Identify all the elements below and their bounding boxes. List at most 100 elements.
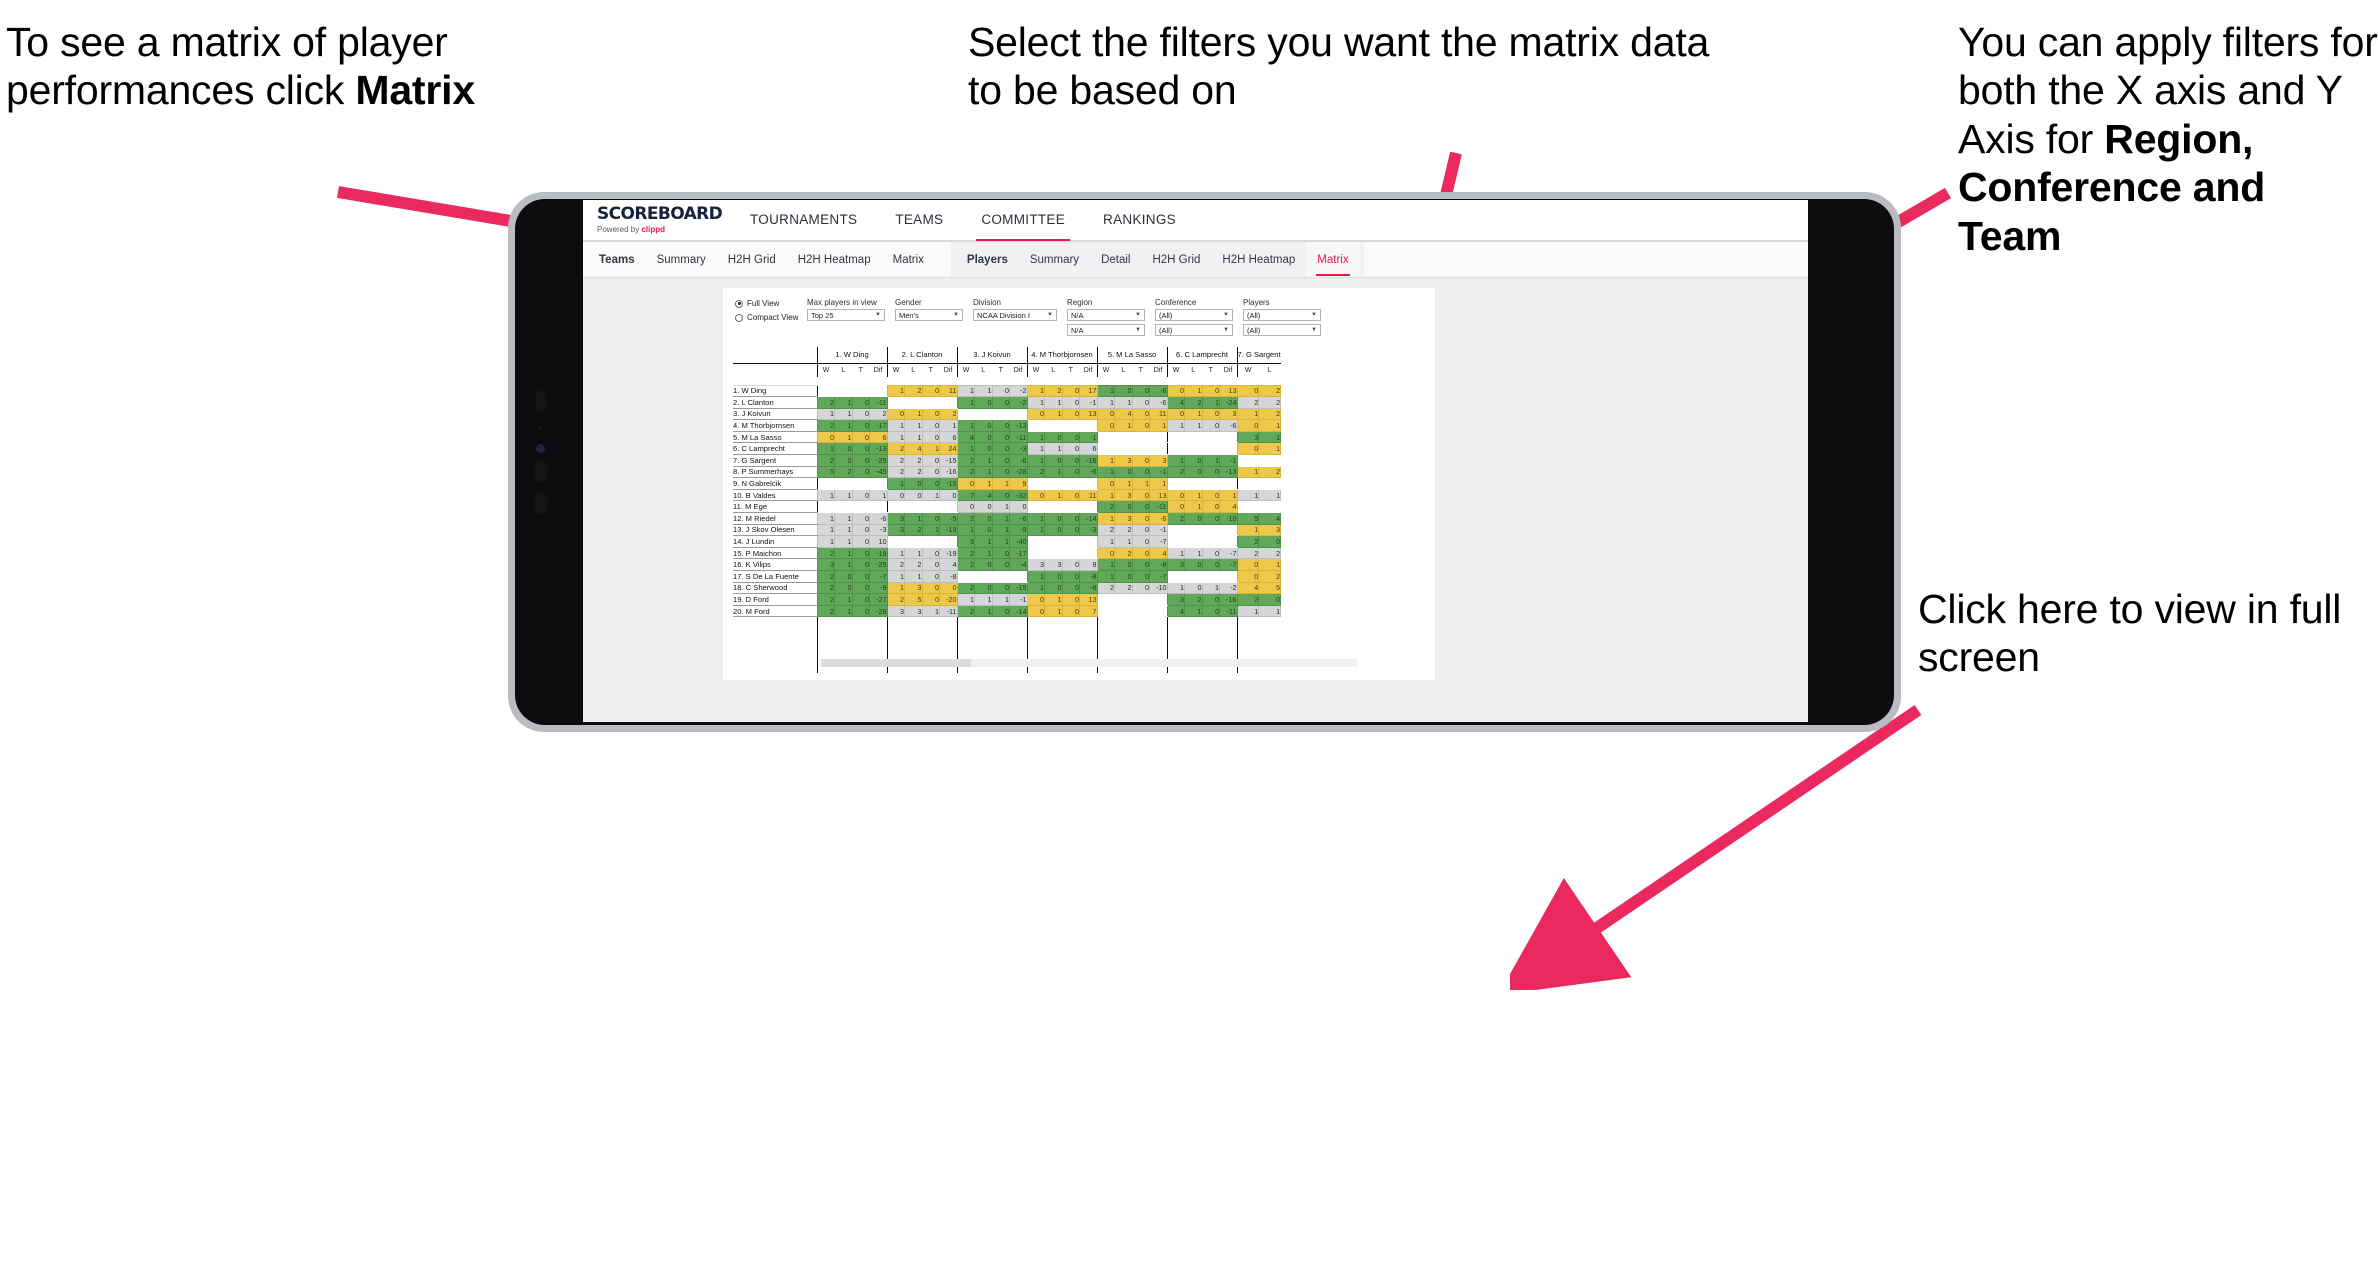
matrix-cell[interactable]: 0 [1114, 465, 1133, 479]
matrix-cell[interactable]: 0 [1201, 407, 1220, 421]
matrix-row[interactable]: 7. G Sargent 2 0 0 -25 2 2 0 -15 2 1 0 -6 1 0 0 -16 1 3 0 3 1… [733, 454, 1281, 467]
matrix-cell[interactable] [922, 535, 940, 548]
matrix-cell[interactable]: -10 [1219, 512, 1238, 525]
subnav-players-h2h-heatmap[interactable]: H2H Heatmap [1211, 242, 1306, 277]
matrix-cell[interactable]: 0 [1061, 442, 1080, 456]
matrix-cell[interactable] [1132, 442, 1150, 456]
matrix-row[interactable]: 12. M Riedel 1 1 0 -6 3 1 0 -5 2 0 1 -6 1 0 0 -14 1 3 0 -6 2 0… [733, 512, 1282, 525]
matrix-cell[interactable]: 1 [834, 558, 853, 571]
matrix-row[interactable]: 15. P Maichon 2 1 0 -19 1 1 0 -19 2 1 0 -17 0 2 0 4 1 1 0 -7… [733, 546, 1282, 560]
matrix-cell[interactable]: -17 [869, 419, 888, 432]
matrix-cell[interactable]: 1 [1258, 442, 1282, 456]
radio-full-view[interactable]: Full View [735, 299, 807, 308]
matrix-cell[interactable]: 1 [1114, 535, 1133, 548]
horizontal-scrollbar[interactable] [821, 658, 1357, 667]
filter-conference-y-select[interactable]: (All) ▼ [1155, 324, 1233, 336]
matrix-cell[interactable]: 2 [816, 396, 835, 409]
matrix-cell[interactable]: 1 [1258, 419, 1282, 432]
matrix-cell[interactable]: 0 [851, 465, 870, 479]
matrix-cell[interactable]: 13 [1149, 488, 1168, 502]
matrix-cell[interactable]: -8 [1149, 558, 1168, 571]
matrix-cell[interactable]: 11 [1079, 488, 1098, 502]
matrix-cell[interactable]: 1 [904, 419, 923, 432]
matrix-cell[interactable] [1132, 593, 1150, 606]
matrix-cell[interactable]: 0 [851, 407, 870, 421]
matrix-cell[interactable] [956, 408, 975, 421]
matrix-cell[interactable]: 4 [974, 488, 993, 502]
matrix-cell[interactable]: 0 [991, 546, 1010, 560]
matrix-cell[interactable]: 0 [1044, 581, 1063, 595]
matrix-cell[interactable]: 0 [1184, 581, 1203, 595]
matrix-cell[interactable]: 1 [1096, 454, 1115, 467]
subnav-teams-h2h-grid[interactable]: H2H Grid [717, 242, 787, 277]
matrix-cell[interactable]: 5 [816, 465, 835, 479]
matrix-cell[interactable]: 0 [1044, 454, 1063, 467]
matrix-cell[interactable]: -27 [869, 593, 888, 606]
matrix-cell[interactable]: 1 [1026, 581, 1045, 595]
matrix-cell[interactable]: 2 [1114, 546, 1133, 560]
matrix-cell[interactable]: 1 [1096, 488, 1115, 502]
matrix-cell[interactable] [869, 500, 887, 514]
matrix-row[interactable]: 18. C Sherwood 2 0 0 -9 1 3 0 0 2 0 0 -15 1 0 0 -8 2 2 0 -10… [733, 581, 1282, 595]
matrix-cell[interactable]: 2 [1166, 465, 1185, 479]
matrix-cell[interactable]: 2 [816, 593, 835, 606]
matrix-cell[interactable]: -25 [869, 558, 888, 571]
matrix-row[interactable]: 10. B Valdes 1 1 0 1 0 0 1 0 7 4 0 -32 0 1 0 11 1 3 0 13 0 1 0 1… [733, 488, 1282, 502]
matrix-cell[interactable] [1184, 442, 1202, 456]
matrix-cell[interactable]: 2 [1236, 535, 1260, 548]
matrix-cell[interactable] [1114, 442, 1132, 456]
subnav-teams-summary[interactable]: Summary [646, 242, 717, 277]
matrix-cell[interactable]: 0 [1061, 488, 1080, 502]
matrix-cell[interactable]: -9 [1009, 523, 1028, 537]
matrix-cell[interactable]: -16 [939, 465, 958, 479]
matrix-cell[interactable]: 1 [1114, 419, 1133, 432]
matrix-cell[interactable]: 3 [1114, 454, 1133, 467]
matrix-cell[interactable]: 1 [991, 523, 1010, 537]
matrix-cell[interactable]: 0 [1236, 384, 1260, 398]
matrix-cell[interactable]: -20 [939, 593, 958, 606]
matrix-cell[interactable] [1096, 605, 1115, 618]
matrix-cell[interactable]: 0 [956, 500, 975, 514]
matrix-cell[interactable]: 2 [904, 454, 923, 467]
matrix-cell[interactable]: 0 [1201, 546, 1220, 560]
matrix-cell[interactable] [816, 500, 835, 514]
matrix-cell[interactable]: 0 [904, 477, 923, 490]
matrix-cell[interactable] [1149, 442, 1167, 456]
matrix-cell[interactable]: -7 [1219, 558, 1238, 571]
matrix-cell[interactable]: 1 [816, 407, 835, 421]
matrix-cell[interactable]: 3 [1258, 523, 1282, 537]
matrix-cell[interactable]: 0 [1061, 430, 1080, 444]
filter-players-y-select[interactable]: (All) ▼ [1243, 324, 1321, 336]
matrix-cell[interactable]: 0 [851, 442, 870, 456]
matrix-cell[interactable]: 1 [1026, 454, 1045, 467]
matrix-cell[interactable]: 0 [1061, 558, 1080, 571]
filter-division-select[interactable]: NCAA Division I ▼ [973, 309, 1057, 321]
matrix-cell[interactable]: 1 [974, 535, 993, 548]
matrix-cell[interactable]: 0 [1131, 581, 1150, 595]
matrix-cell[interactable]: 0 [1061, 581, 1080, 595]
matrix-cell[interactable]: 1 [834, 546, 853, 560]
matrix-cell[interactable]: -19 [939, 523, 958, 537]
matrix-cell[interactable]: 1 [1184, 546, 1203, 560]
matrix-cell[interactable]: -13 [1219, 465, 1238, 479]
matrix-cell[interactable] [1026, 500, 1045, 514]
matrix-cell[interactable]: 0 [974, 442, 993, 456]
matrix-cell[interactable]: 1 [1096, 465, 1115, 479]
matrix-cell[interactable] [956, 570, 975, 583]
matrix-cell[interactable] [852, 500, 870, 514]
matrix-cell[interactable]: 0 [851, 558, 870, 571]
matrix-cell[interactable]: 0 [991, 558, 1010, 571]
matrix-cell[interactable]: -24 [1219, 396, 1238, 409]
matrix-cell[interactable]: 2 [956, 581, 975, 595]
matrix-cell[interactable] [992, 570, 1010, 583]
matrix-cell[interactable] [1062, 500, 1080, 514]
matrix-cell[interactable]: 0 [834, 581, 853, 595]
matrix-cell[interactable]: 3 [816, 558, 835, 571]
matrix-cell[interactable]: 3 [886, 604, 905, 618]
matrix-cell[interactable]: 1 [921, 488, 940, 502]
matrix-cell[interactable] [992, 408, 1010, 421]
matrix-cell[interactable] [1079, 477, 1097, 490]
matrix-cell[interactable] [1132, 605, 1150, 618]
matrix-cell[interactable]: 1 [834, 523, 853, 537]
matrix-cell[interactable]: 2 [1236, 396, 1260, 409]
